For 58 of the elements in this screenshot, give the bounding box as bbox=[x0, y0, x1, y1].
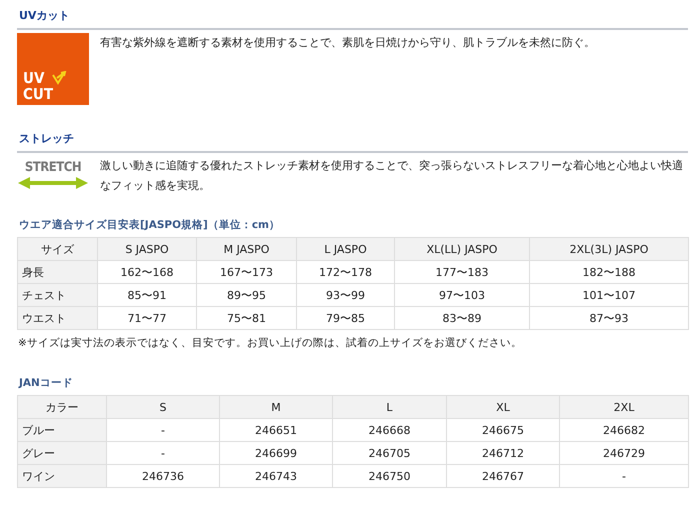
column-header: 2XL bbox=[560, 396, 688, 418]
table-cell: 246699 bbox=[220, 442, 332, 464]
table-cell: 75〜81 bbox=[196, 306, 296, 330]
table-cell: 93〜99 bbox=[296, 284, 394, 306]
feature-description: 激しい動きに追随する優れたストレッチ素材を使用することで、突っ張らないストレスフリーな着心地と心地よい快適なフィット感を実現。 bbox=[100, 158, 684, 194]
table-cell: 246651 bbox=[220, 418, 332, 442]
row-header: ブルー bbox=[18, 418, 106, 442]
table-cell: 71〜77 bbox=[98, 306, 196, 330]
double-arrow-icon bbox=[18, 177, 88, 189]
table-cell: 246767 bbox=[446, 464, 560, 488]
table-cell: 246682 bbox=[560, 418, 688, 442]
table-cell: 83〜89 bbox=[394, 306, 530, 330]
column-header: カラー bbox=[18, 396, 106, 418]
table-cell: 167〜173 bbox=[196, 260, 296, 284]
table-cell: 246750 bbox=[332, 464, 446, 488]
table-cell: 246736 bbox=[106, 464, 220, 488]
column-header: 2XL(3L) JASPO bbox=[530, 238, 688, 260]
table-cell: 246743 bbox=[220, 464, 332, 488]
table-cell: 246712 bbox=[446, 442, 560, 464]
table-cell: 172〜178 bbox=[296, 260, 394, 284]
stretch-logo-text: STRETCH bbox=[24, 160, 82, 175]
table-cell: - bbox=[106, 442, 220, 464]
column-header: M JASPO bbox=[196, 238, 296, 260]
table-cell: 182〜188 bbox=[530, 260, 688, 284]
table-cell: 87〜93 bbox=[530, 306, 688, 330]
table-cell: - bbox=[560, 464, 688, 488]
column-header: サイズ bbox=[18, 238, 98, 260]
table-cell: 246729 bbox=[560, 442, 688, 464]
column-header: M bbox=[220, 396, 332, 418]
table-cell: 79〜85 bbox=[296, 306, 394, 330]
table-title: JANコード bbox=[19, 376, 74, 390]
table-cell: 177〜183 bbox=[394, 260, 530, 284]
table-cell: 246705 bbox=[332, 442, 446, 464]
section-title: ストレッチ bbox=[17, 127, 688, 153]
table-note: ※サイズは実寸法の表示ではなく、目安です。お買い上げの際は、試着の上サイズをお選びください。 bbox=[18, 336, 523, 350]
column-header: S JASPO bbox=[98, 238, 196, 260]
row-header: 身長 bbox=[18, 260, 98, 284]
row-header: ウエスト bbox=[18, 306, 98, 330]
row-header: チェスト bbox=[18, 284, 98, 306]
column-header: XL(LL) JASPO bbox=[394, 238, 530, 260]
column-header: S bbox=[106, 396, 220, 418]
column-header: L JASPO bbox=[296, 238, 394, 260]
table-cell: 89〜95 bbox=[196, 284, 296, 306]
table-cell: 101〜107 bbox=[530, 284, 688, 306]
table-cell: 85〜91 bbox=[98, 284, 196, 306]
row-header: ワイン bbox=[18, 464, 106, 488]
table-cell: 97〜103 bbox=[394, 284, 530, 306]
table-cell: - bbox=[106, 418, 220, 442]
row-header: グレー bbox=[18, 442, 106, 464]
feature-description: 有害な紫外線を遮断する素材を使用することで、素肌を日焼けから守り、肌トラブルを未然に防ぐ。 bbox=[100, 35, 595, 51]
table-cell: 162〜168 bbox=[98, 260, 196, 284]
section-title: UVカット bbox=[17, 4, 688, 30]
column-header: XL bbox=[446, 396, 560, 418]
table-cell: 246675 bbox=[446, 418, 560, 442]
column-header: L bbox=[332, 396, 446, 418]
table-cell: 246668 bbox=[332, 418, 446, 442]
table-title: ウエア適合サイズ目安表[JASPO規格]（単位：cm） bbox=[19, 218, 281, 232]
uv-cut-logo: UV CUT bbox=[17, 33, 89, 105]
